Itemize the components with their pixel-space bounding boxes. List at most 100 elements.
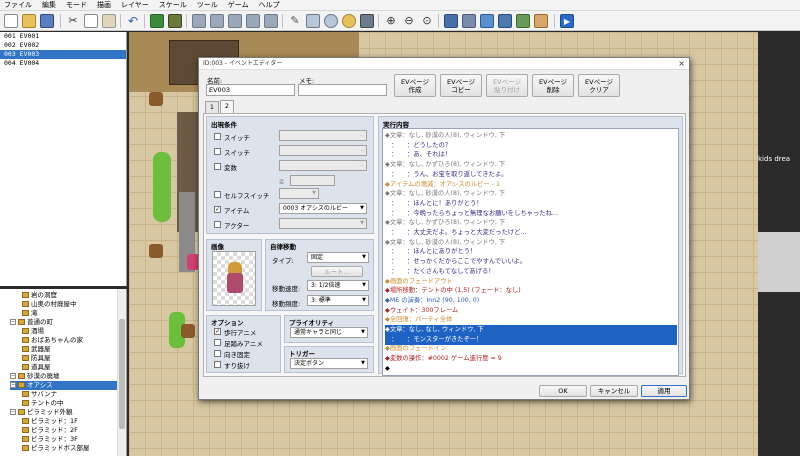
command-line[interactable]: ： ：モンスターがきたぞー！ bbox=[385, 334, 677, 345]
map-tree-item[interactable]: サバンナ bbox=[22, 390, 57, 399]
menu-item[interactable]: ヘルプ bbox=[259, 0, 280, 11]
command-line[interactable]: ◆ bbox=[385, 364, 677, 374]
command-line[interactable]: ◆文章：なし, かずひろ(8), ウィンドウ, 下 bbox=[385, 218, 677, 228]
event-mode-icon[interactable] bbox=[168, 14, 182, 28]
option-checkbox[interactable] bbox=[214, 361, 221, 368]
event-page-button[interactable]: EVページ 貼り付け bbox=[486, 74, 528, 97]
layer-c-icon[interactable] bbox=[228, 14, 242, 28]
event-list-item[interactable]: 004 EV004 bbox=[0, 59, 126, 68]
sound-test-icon[interactable] bbox=[480, 14, 494, 28]
switch2-checkbox[interactable] bbox=[214, 148, 221, 155]
plugin-manager-icon[interactable] bbox=[462, 14, 476, 28]
type-select[interactable]: 固定 ▼ bbox=[307, 252, 369, 263]
map-tree-item[interactable]: 道具屋 bbox=[22, 363, 51, 372]
command-line[interactable]: ◆画面のフェードイン bbox=[385, 344, 677, 354]
map-tree-item[interactable]: テントの中 bbox=[22, 399, 64, 408]
close-icon[interactable]: × bbox=[678, 58, 685, 70]
playtest-icon[interactable]: ▶ bbox=[560, 14, 574, 28]
fill-icon[interactable] bbox=[342, 14, 356, 28]
map-tree-item[interactable]: − ピラミッド外観 bbox=[10, 408, 73, 417]
character-generator-icon[interactable] bbox=[534, 14, 548, 28]
command-line[interactable]: ： ：あ、それは！ bbox=[385, 150, 677, 160]
expand-icon[interactable]: − bbox=[10, 319, 16, 325]
layer-a-icon[interactable] bbox=[192, 14, 206, 28]
tab-page-1[interactable]: 1 bbox=[205, 101, 219, 113]
event-page-button[interactable]: EVページ 作成 bbox=[394, 74, 436, 97]
map-tree-item[interactable]: ピラミッドボス部屋 bbox=[22, 444, 90, 453]
command-list[interactable]: ◆文章：なし, 砂漠の人(8), ウィンドウ, 下 ： ：どうしたの？ ： ：あ… bbox=[382, 128, 679, 376]
map-tree-item[interactable]: 岩の洞窟 bbox=[22, 291, 57, 300]
command-line[interactable]: ◆場所移動：テントの中 (1,5) (フェード：なし) bbox=[385, 286, 677, 296]
cut-icon[interactable]: ✂ bbox=[66, 14, 80, 28]
variable-select[interactable]: ... bbox=[279, 160, 367, 171]
command-line[interactable]: ◆ME の演奏：Inn2 (90, 100, 0) bbox=[385, 296, 677, 306]
switch2-select[interactable]: ... bbox=[279, 145, 367, 156]
map-tree-scrollbar[interactable] bbox=[117, 289, 126, 456]
menu-item[interactable]: ツール bbox=[197, 0, 218, 11]
map-tree-item[interactable]: 滝 bbox=[22, 309, 38, 318]
name-field[interactable]: EV003 bbox=[206, 84, 295, 96]
item-checkbox[interactable]: ✓ bbox=[214, 206, 221, 213]
layer-d-icon[interactable] bbox=[246, 14, 260, 28]
command-line[interactable]: ： ：せっかくだからここでやすんでいいよ。 bbox=[385, 257, 677, 267]
command-line[interactable]: ： ：たくさんもてなしてあげる！ bbox=[385, 267, 677, 277]
menu-item[interactable]: ゲーム bbox=[228, 0, 249, 11]
database-icon[interactable] bbox=[444, 14, 458, 28]
command-line[interactable]: ◆文章：なし, 砂漠の人(8), ウィンドウ, 下 bbox=[385, 131, 677, 141]
event-list-item[interactable]: 003 EV003 bbox=[0, 50, 126, 59]
actor-checkbox[interactable] bbox=[214, 221, 221, 228]
map-tree-item[interactable]: − オアシス bbox=[10, 381, 117, 390]
zoom-reset-icon[interactable]: ⊙ bbox=[420, 14, 434, 28]
resource-manager-icon[interactable] bbox=[516, 14, 530, 28]
command-line[interactable]: ◆文章：なし, なし, ウィンドウ, 下 bbox=[385, 325, 677, 335]
command-line[interactable]: ： ：どうしたの？ bbox=[385, 141, 677, 151]
map-tree-item[interactable]: − 普通の町 bbox=[10, 318, 53, 327]
option-checkbox[interactable]: ✓ bbox=[214, 328, 221, 335]
ellipse-icon[interactable] bbox=[324, 14, 338, 28]
copy-icon[interactable] bbox=[84, 14, 98, 28]
rectangle-icon[interactable] bbox=[306, 14, 320, 28]
command-line[interactable]: ： ：ほんとにありがとう！ bbox=[385, 247, 677, 257]
command-line[interactable]: ◆ウェイト：300フレーム bbox=[385, 306, 677, 316]
option-checkbox[interactable] bbox=[214, 350, 221, 357]
route-button[interactable]: ルート... bbox=[311, 266, 363, 277]
shadow-pen-icon[interactable] bbox=[360, 14, 374, 28]
event-list-item[interactable]: 002 EV002 bbox=[0, 41, 126, 50]
command-line[interactable]: ： ：今晩ったらちょっと無理なお願いをしちゃったね… bbox=[385, 209, 677, 219]
event-list-item[interactable]: 001 EV001 bbox=[0, 32, 126, 41]
map-tree-item[interactable]: − 砂漠の廃墟 bbox=[10, 372, 60, 381]
command-line[interactable]: ◆全回復：パーティ全体 bbox=[385, 315, 677, 325]
menu-item[interactable]: 編集 bbox=[42, 0, 56, 11]
event-page-button[interactable]: EVページ 削除 bbox=[532, 74, 574, 97]
map-tree-item[interactable]: 酒場 bbox=[22, 327, 44, 336]
self-switch-select[interactable]: ▼ bbox=[279, 188, 319, 199]
event-page-button[interactable]: EVページ コピー bbox=[440, 74, 482, 97]
pencil-icon[interactable]: ✎ bbox=[288, 14, 302, 28]
command-line[interactable]: ◆文章：なし, 砂漠の人(8), ウィンドウ, 下 bbox=[385, 189, 677, 199]
expand-icon[interactable]: − bbox=[10, 373, 16, 379]
command-line[interactable]: ◆変数の操作：#0002 ゲーム進行度 = 9 bbox=[385, 354, 677, 364]
command-line[interactable]: ： ：大丈夫だよ。ちょっと大変だったけど… bbox=[385, 228, 677, 238]
command-line[interactable]: ： ：ほんとに！ありがとう！ bbox=[385, 199, 677, 209]
cancel-button[interactable]: キャンセル bbox=[590, 385, 638, 397]
zoom-in-icon[interactable]: ⊕ bbox=[384, 14, 398, 28]
tab-page-2[interactable]: 2 bbox=[220, 100, 234, 113]
priority-select[interactable]: 通常キャラと同じ ▼ bbox=[290, 327, 368, 338]
menu-item[interactable]: レイヤー bbox=[121, 0, 149, 11]
open-project-icon[interactable] bbox=[22, 14, 36, 28]
self-switch-checkbox[interactable] bbox=[214, 191, 221, 198]
item-select[interactable]: 0003 オアシスのルビー ▼ bbox=[279, 203, 367, 214]
event-search-icon[interactable] bbox=[498, 14, 512, 28]
apply-button[interactable]: 適用 bbox=[641, 385, 687, 397]
switch1-checkbox[interactable] bbox=[214, 133, 221, 140]
expand-icon[interactable]: − bbox=[10, 409, 16, 415]
command-line[interactable]: ： ：うん、お宝を取り返してきたよ。 bbox=[385, 170, 677, 180]
command-line[interactable]: ◆画面のフェードアウト bbox=[385, 277, 677, 287]
command-line[interactable]: ◆文章：なし, かずひろ(8), ウィンドウ, 下 bbox=[385, 160, 677, 170]
save-project-icon[interactable] bbox=[40, 14, 54, 28]
command-line[interactable]: ◆文章：なし, 砂漠の人(8), ウィンドウ, 下 bbox=[385, 238, 677, 248]
layer-b-icon[interactable] bbox=[210, 14, 224, 28]
memo-field[interactable] bbox=[298, 84, 387, 96]
command-line[interactable]: ◆アイテムの増減：オアシスのルビー - 1 bbox=[385, 180, 677, 190]
new-project-icon[interactable] bbox=[4, 14, 18, 28]
